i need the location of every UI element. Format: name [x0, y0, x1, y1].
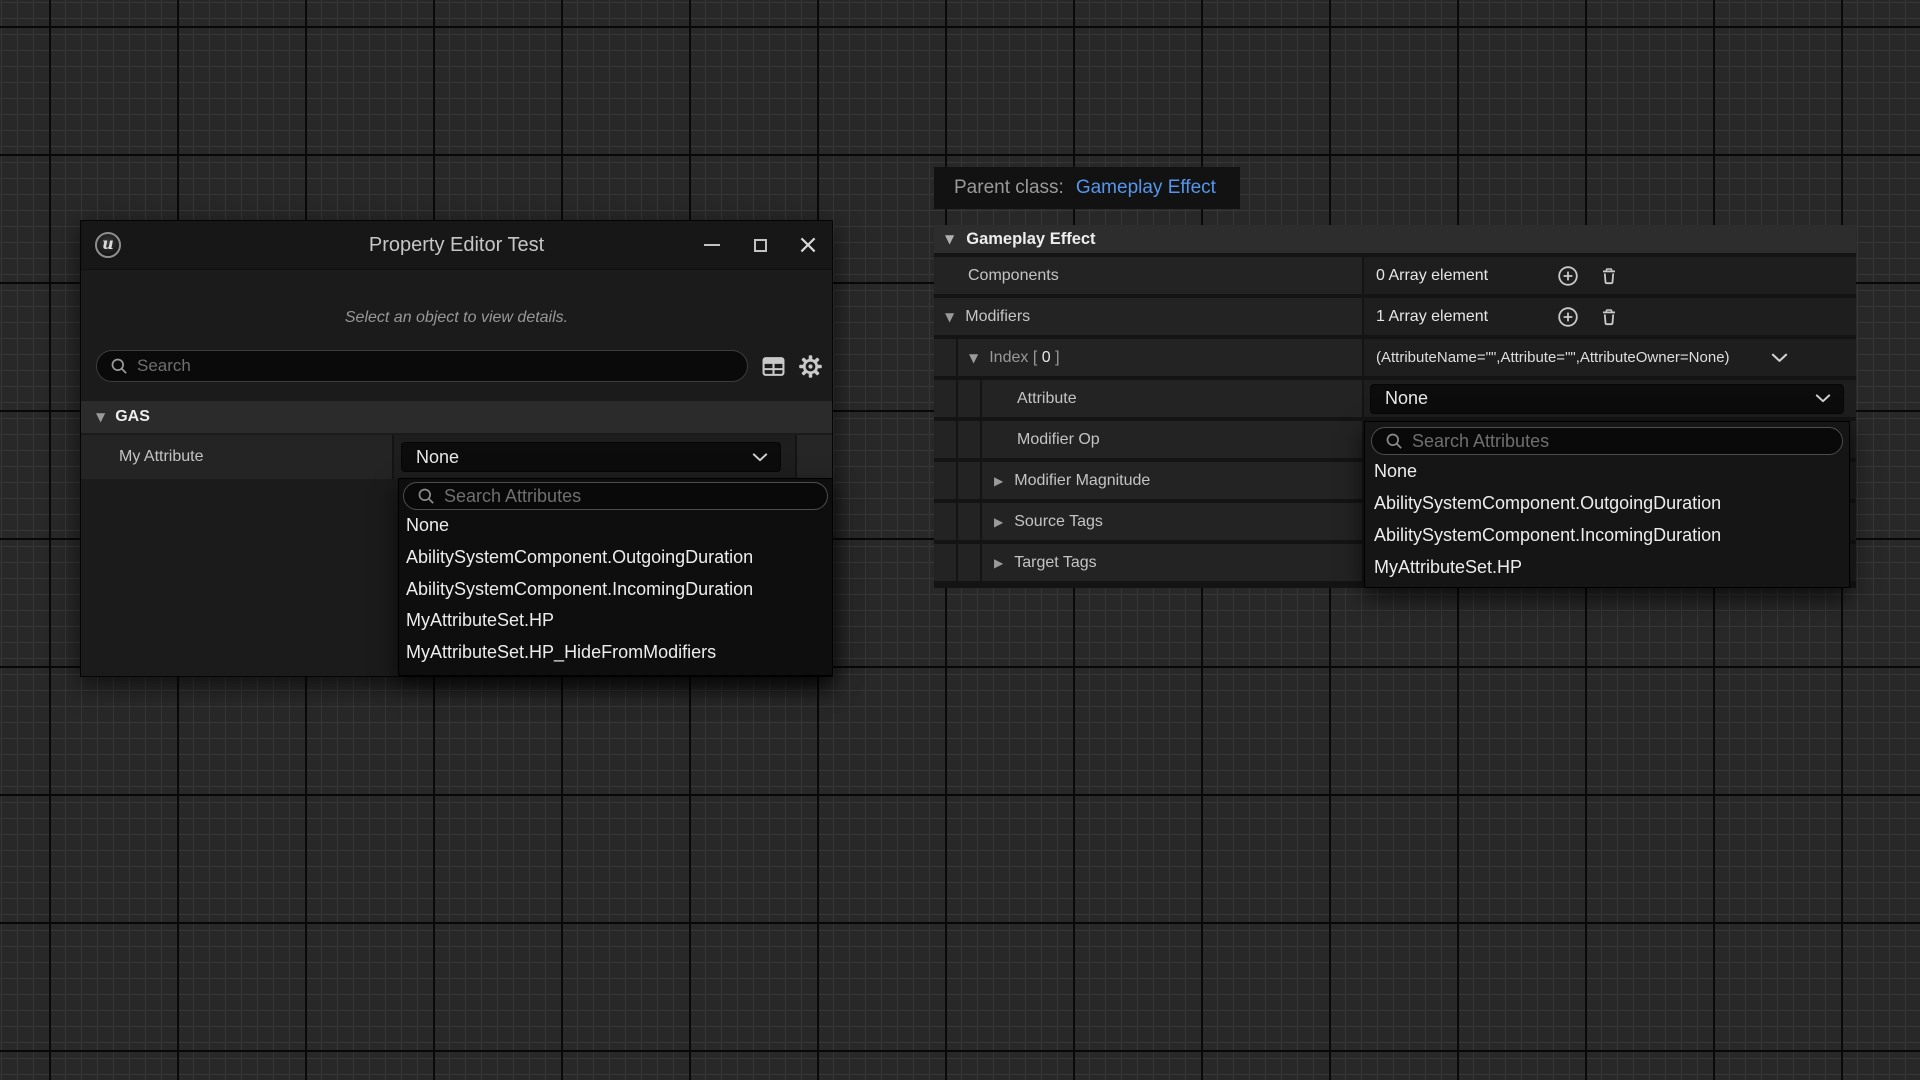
- source-tags-label-cell: ▶ Source Tags: [982, 503, 1362, 540]
- details-search-field[interactable]: [96, 350, 748, 382]
- minimize-icon: [704, 244, 720, 246]
- attribute-combobox[interactable]: None: [1370, 384, 1844, 414]
- search-input[interactable]: [135, 355, 737, 377]
- expander-down-icon: ▼: [96, 411, 105, 423]
- dropdown-item[interactable]: AbilitySystemComponent.OutgoingDuration: [1365, 487, 1849, 519]
- minimize-button[interactable]: [688, 221, 736, 269]
- dropdown-item[interactable]: None: [1365, 455, 1849, 487]
- table-view-icon: [762, 356, 785, 377]
- reset-column: [797, 435, 832, 479]
- row-modifiers: ▼ Modifiers 1 Array element: [934, 298, 1856, 335]
- dropdown-item[interactable]: MyAttributeSet.HP_HideFromModifiers: [399, 637, 832, 669]
- category-header-gas[interactable]: ▼ GAS: [81, 401, 832, 433]
- index-struct-combobox[interactable]: [1771, 353, 1788, 363]
- attribute-search-field[interactable]: [1371, 427, 1843, 455]
- expander-down-icon[interactable]: ▼: [969, 352, 978, 364]
- maximize-icon: [754, 239, 767, 252]
- window-titlebar[interactable]: u Property Editor Test ×: [81, 221, 832, 270]
- attribute-picker-dropdown: None AbilitySystemComponent.OutgoingDura…: [398, 478, 833, 676]
- expander-down-icon: ▼: [945, 233, 954, 245]
- plus-circle-icon: [1557, 265, 1579, 287]
- row-index-0: ▼ Index [ 0 ] (AttributeName="",Attribut…: [934, 339, 1856, 376]
- dropdown-item[interactable]: MyAttributeSet.HP: [1365, 551, 1849, 583]
- attribute-picker-dropdown-right: None AbilitySystemComponent.OutgoingDura…: [1364, 421, 1850, 588]
- parent-class-label: Parent class:: [954, 177, 1064, 199]
- attribute-search-input[interactable]: [442, 485, 817, 508]
- maximize-button[interactable]: [736, 221, 784, 269]
- target-tags-label-cell: ▶ Target Tags: [982, 544, 1362, 581]
- attribute-search-input[interactable]: [1410, 430, 1832, 453]
- trash-icon: [1599, 266, 1619, 286]
- my-attribute-combobox[interactable]: None: [401, 442, 781, 472]
- expander-right-icon[interactable]: ▶: [994, 516, 1003, 528]
- add-element-button[interactable]: [1557, 306, 1579, 328]
- clear-array-button[interactable]: [1599, 266, 1619, 286]
- attribute-label-cell: Attribute: [982, 380, 1362, 417]
- clear-array-button[interactable]: [1599, 307, 1619, 327]
- blueprint-graph-canvas[interactable]: { "colors": { "link_blue": "#5596ec", "g…: [0, 0, 1920, 1080]
- add-element-button[interactable]: [1557, 265, 1579, 287]
- parent-class-link[interactable]: Gameplay Effect: [1076, 177, 1216, 199]
- components-label-cell: Components: [934, 257, 1362, 294]
- row-attribute: Attribute None: [934, 380, 1856, 417]
- trash-icon: [1599, 307, 1619, 327]
- close-button[interactable]: ×: [784, 221, 832, 269]
- search-icon: [417, 487, 436, 506]
- dropdown-item[interactable]: AbilitySystemComponent.IncomingDuration: [1365, 519, 1849, 551]
- gear-icon: [799, 355, 822, 378]
- details-empty-hint: Select an object to view details.: [81, 309, 832, 327]
- display-filter-button[interactable]: [762, 353, 785, 379]
- close-icon: ×: [797, 232, 819, 258]
- category-header-gameplay-effect[interactable]: ▼ Gameplay Effect: [934, 225, 1856, 253]
- expander-right-icon[interactable]: ▶: [994, 475, 1003, 487]
- chevron-down-icon: [1815, 394, 1831, 403]
- search-icon: [1385, 432, 1404, 451]
- dropdown-item[interactable]: MyAttributeSet.HP: [399, 605, 832, 637]
- modifier-magnitude-label-cell: ▶ Modifier Magnitude: [982, 462, 1362, 499]
- property-row-my-attribute: My Attribute None: [81, 435, 832, 479]
- dropdown-item[interactable]: None: [399, 510, 832, 542]
- search-icon: [110, 357, 129, 376]
- row-components: Components 0 Array element: [934, 257, 1856, 294]
- modifier-op-label-cell: Modifier Op: [982, 421, 1362, 458]
- chevron-down-icon: [1771, 353, 1788, 363]
- chevron-down-icon: [752, 453, 768, 462]
- attribute-search-field[interactable]: [403, 482, 828, 510]
- settings-button[interactable]: [799, 353, 822, 379]
- expander-right-icon[interactable]: ▶: [994, 557, 1003, 569]
- dropdown-item[interactable]: AbilitySystemComponent.IncomingDuration: [399, 573, 832, 605]
- expander-down-icon[interactable]: ▼: [945, 311, 954, 323]
- dropdown-item[interactable]: AbilitySystemComponent.OutgoingDuration: [399, 542, 832, 574]
- plus-circle-icon: [1557, 306, 1579, 328]
- modifiers-label-cell: ▼ Modifiers: [934, 298, 1362, 335]
- index-label-cell: ▼ Index [ 0 ]: [958, 339, 1362, 376]
- property-label: My Attribute: [81, 435, 392, 479]
- parent-class-bar: Parent class: Gameplay Effect: [934, 167, 1240, 209]
